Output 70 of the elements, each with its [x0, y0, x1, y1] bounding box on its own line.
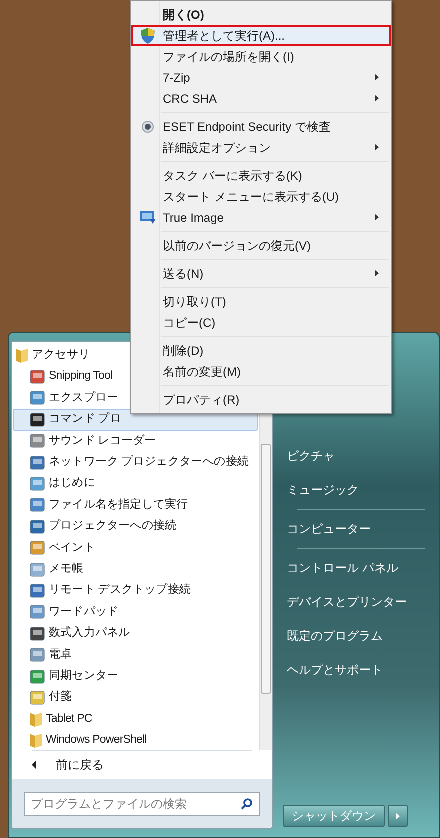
- program-item[interactable]: リモート デスクトップ接続: [13, 580, 192, 602]
- app-icon: [30, 520, 45, 534]
- menu-item[interactable]: プロパティ(R): [131, 389, 391, 410]
- program-item[interactable]: はじめに: [13, 473, 96, 495]
- program-item[interactable]: ワードパッド: [13, 602, 120, 624]
- program-item[interactable]: サウンド レコーダー: [13, 430, 158, 452]
- menu-item[interactable]: 削除(D): [131, 340, 391, 361]
- left-arrow-icon: [32, 761, 36, 769]
- program-item[interactable]: 数式入力パネル: [13, 623, 132, 644]
- place-link[interactable]: デバイスとプリンター: [279, 585, 429, 619]
- app-icon: [30, 605, 45, 620]
- menu-item[interactable]: 送る(N): [131, 263, 391, 284]
- app-icon: [30, 584, 45, 598]
- place-link[interactable]: ヘルプとサポート: [279, 653, 429, 687]
- menu-item[interactable]: 名前の変更(M): [131, 361, 391, 382]
- program-item[interactable]: エクスプロー: [13, 388, 120, 410]
- search-icon: [241, 798, 253, 810]
- program-item[interactable]: ファイル名を指定して実行: [13, 494, 190, 516]
- search-field[interactable]: プログラムとファイルの検索: [24, 792, 260, 816]
- program-item[interactable]: 同期センター: [13, 666, 120, 688]
- program-item[interactable]: 付箋: [13, 687, 74, 709]
- program-item[interactable]: メモ帳: [13, 558, 85, 580]
- program-item[interactable]: アクセサリ: [13, 345, 92, 366]
- place-link[interactable]: 既定のプログラム: [279, 619, 429, 653]
- menu-item[interactable]: 開く(O): [131, 4, 391, 25]
- shutdown-options-button[interactable]: [388, 805, 408, 827]
- app-icon: [30, 670, 45, 684]
- app-icon: [30, 541, 45, 556]
- program-item[interactable]: ネットワーク プロジェクターへの接続: [13, 452, 250, 474]
- menu-item[interactable]: 以前のバージョンの復元(V): [131, 235, 391, 256]
- menu-item[interactable]: 切り取り(T): [131, 291, 391, 312]
- place-link[interactable]: ピクチャ: [279, 439, 429, 473]
- app-icon: [30, 370, 45, 384]
- app-icon: [30, 391, 45, 406]
- folder-icon: [30, 712, 42, 727]
- monitor-icon: [140, 210, 156, 224]
- program-item[interactable]: プロジェクターへの接続: [13, 516, 178, 538]
- folder-icon: [16, 348, 28, 364]
- program-item[interactable]: Tablet PC: [13, 708, 94, 730]
- back-button[interactable]: 前に戻る: [12, 751, 272, 779]
- app-icon: [30, 690, 45, 705]
- right-arrow-icon: [396, 812, 400, 820]
- menu-item[interactable]: ファイルの場所を開く(I): [131, 46, 391, 67]
- program-item[interactable]: ペイント: [13, 538, 96, 559]
- radio-icon: [142, 120, 154, 132]
- menu-item[interactable]: 7-Zip: [131, 67, 391, 88]
- menu-item[interactable]: ESET Endpoint Security で検査: [131, 116, 391, 137]
- app-icon: [30, 434, 45, 448]
- app-icon: [30, 626, 45, 641]
- app-icon: [30, 648, 45, 662]
- app-icon: [30, 562, 45, 577]
- menu-item[interactable]: スタート メニューに表示する(U): [131, 186, 391, 207]
- menu-item[interactable]: 管理者として実行(A)...: [131, 25, 391, 46]
- place-link[interactable]: ミュージック: [279, 473, 429, 507]
- menu-item[interactable]: 詳細設定オプション: [131, 137, 391, 158]
- app-icon: [30, 498, 45, 512]
- app-icon: [30, 412, 45, 427]
- folder-icon: [30, 733, 42, 748]
- place-link[interactable]: コンピューター: [279, 512, 429, 546]
- place-link[interactable]: コントロール パネル: [279, 551, 429, 585]
- program-item[interactable]: 電卓: [13, 644, 74, 666]
- app-icon: [30, 456, 45, 470]
- shield-icon: [141, 28, 155, 44]
- menu-item[interactable]: True Image: [131, 207, 391, 228]
- app-icon: [30, 477, 45, 492]
- menu-item[interactable]: コピー(C): [131, 312, 391, 333]
- program-item[interactable]: Windows PowerShell: [13, 730, 148, 752]
- menu-item[interactable]: CRC SHA: [131, 88, 391, 109]
- menu-item[interactable]: タスク バーに表示する(K): [131, 165, 391, 186]
- program-item[interactable]: Snipping Tool: [13, 366, 114, 388]
